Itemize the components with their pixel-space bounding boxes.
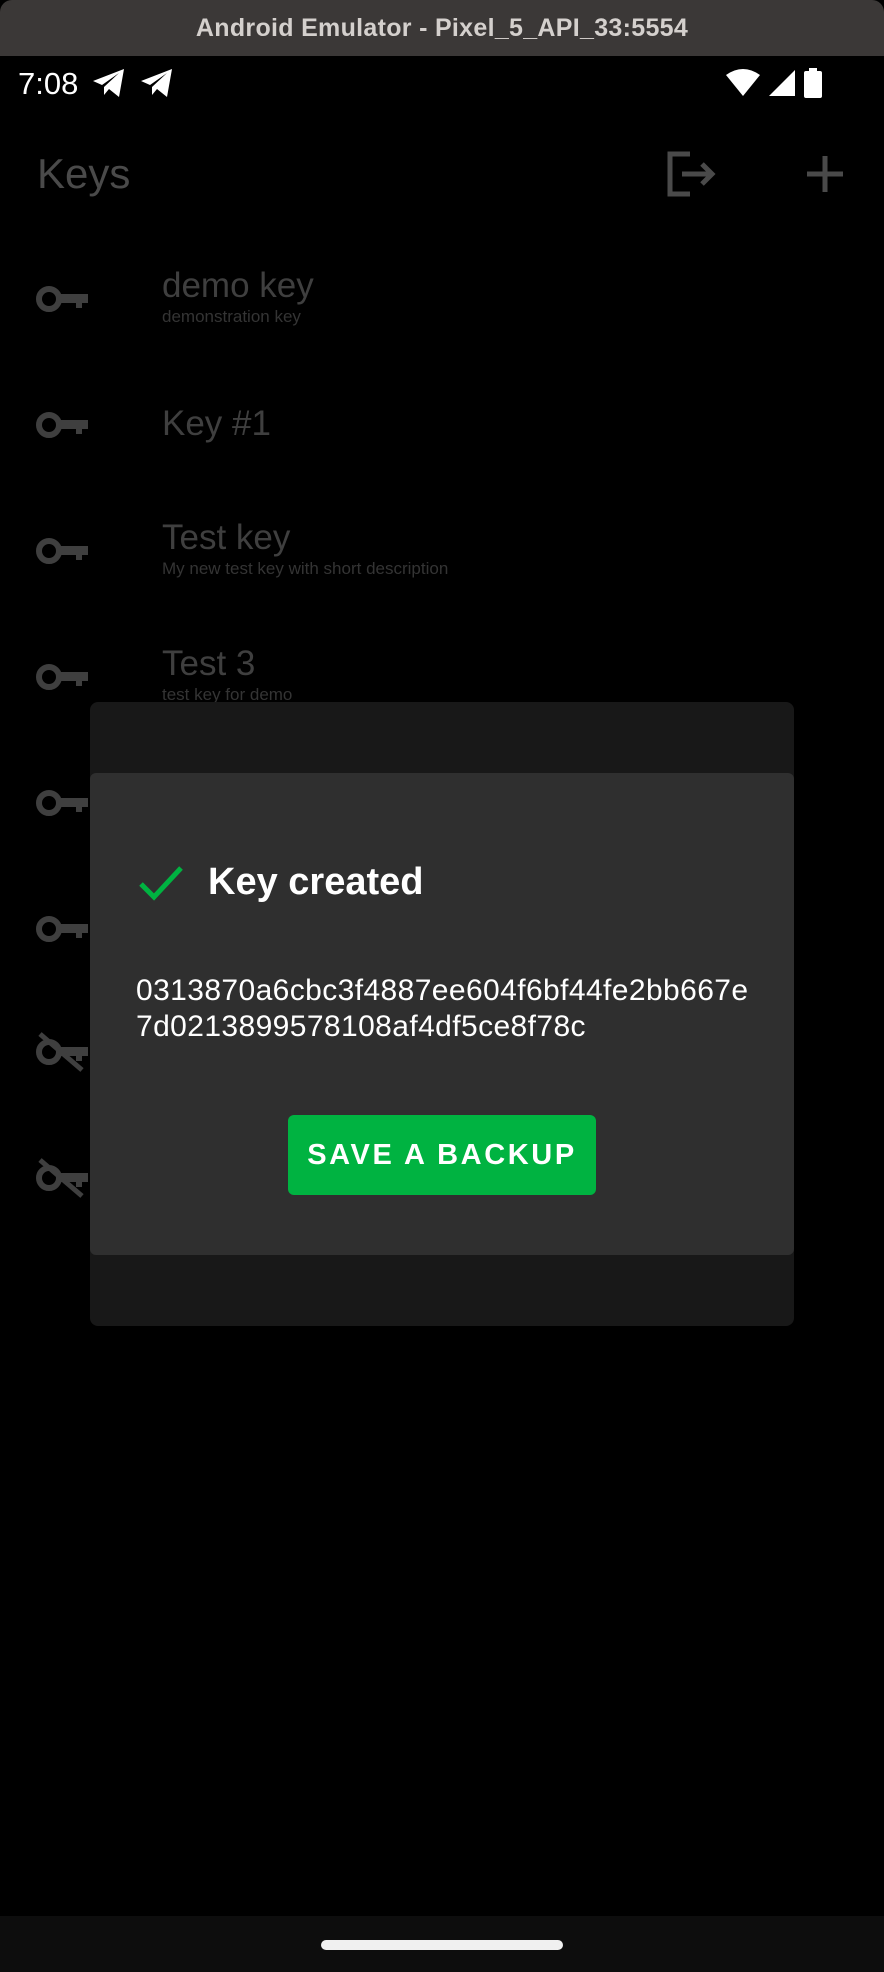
key-description: demonstration key — [162, 307, 301, 326]
page-title: Keys — [37, 150, 131, 197]
dialog-header: Key created — [138, 861, 423, 904]
status-bar: 7:08 — [0, 56, 884, 112]
list-item[interactable]: Key #1 — [0, 362, 884, 488]
emulator-title-bar: Android Emulator - Pixel_5_API_33:5554 — [0, 0, 884, 56]
key-icon — [36, 538, 88, 564]
check-icon — [139, 865, 183, 901]
system-icons — [726, 68, 822, 98]
key-description: My new test key with short description — [162, 559, 449, 578]
add-key-button[interactable] — [797, 146, 853, 202]
dialog-title: Key created — [208, 861, 424, 903]
key-created-dialog: Key created 0313870a6cbc3f4887ee604f6bf4… — [90, 773, 794, 1255]
key-hex-value: 0313870a6cbc3f4887ee604f6bf44fe2bb667e7d… — [136, 974, 749, 1043]
logout-button[interactable] — [662, 146, 718, 202]
key-name: Key #1 — [162, 404, 271, 443]
list-item[interactable]: Test key My new test key with short desc… — [0, 488, 884, 614]
list-item[interactable]: demo key demonstration key — [0, 236, 884, 362]
add-icon — [807, 156, 843, 192]
key-icon — [36, 916, 88, 942]
key-off-icon — [36, 1032, 88, 1072]
key-icon — [36, 664, 88, 690]
key-name: Test 3 — [162, 644, 256, 683]
notification-icons — [92, 68, 174, 98]
signal-icon — [769, 70, 795, 96]
key-icon — [36, 412, 88, 438]
telegram-icon — [93, 69, 124, 97]
key-name: demo key — [162, 266, 314, 305]
home-gesture-handle[interactable] — [321, 1940, 563, 1950]
save-backup-button[interactable]: SAVE A BACKUP — [288, 1115, 596, 1195]
app-bar: Keys — [0, 112, 884, 236]
wifi-icon — [726, 69, 760, 96]
key-icon — [36, 286, 88, 312]
key-icon — [36, 790, 88, 816]
key-off-icon — [36, 1158, 88, 1198]
battery-icon — [804, 68, 822, 98]
logout-icon — [667, 151, 716, 197]
key-name: Test key — [162, 518, 291, 557]
status-time: 7:08 — [18, 66, 79, 101]
emulator-title: Android Emulator - Pixel_5_API_33:5554 — [195, 13, 689, 42]
telegram-icon — [141, 69, 172, 97]
